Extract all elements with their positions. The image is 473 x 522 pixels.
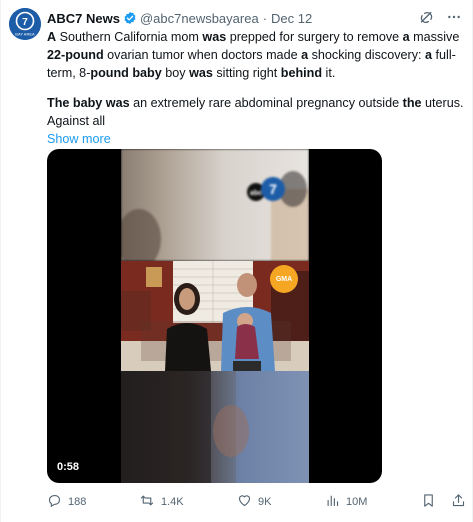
text-run: boy xyxy=(161,66,190,80)
repost-icon xyxy=(139,493,155,511)
text-run: prepped for surgery to remove xyxy=(226,30,403,44)
separator-dot: · xyxy=(262,10,268,26)
like-button[interactable]: 9K xyxy=(237,493,271,511)
video-blurred-bottom xyxy=(121,371,309,483)
reply-count: 188 xyxy=(68,496,87,508)
text-run: massive xyxy=(409,30,460,44)
action-bar: 188 1.4K 9K 10M xyxy=(47,492,465,512)
abc7-watermark-icon: abc 7 xyxy=(246,175,285,203)
bold-text-run: was xyxy=(202,30,227,44)
like-count: 9K xyxy=(258,496,272,508)
grok-icon[interactable] xyxy=(419,10,434,25)
bookmark-icon xyxy=(421,493,436,511)
bold-text-run: a xyxy=(402,30,410,44)
bold-text-run: A xyxy=(47,30,57,44)
gma-badge-icon: GMA xyxy=(270,265,298,293)
views-button[interactable]: 10M xyxy=(325,493,367,511)
bold-text-run: was xyxy=(189,66,213,80)
video-scene: GMA xyxy=(121,261,309,371)
handle[interactable]: @abc7newsbayarea xyxy=(140,11,259,26)
like-icon xyxy=(237,493,252,511)
share-button[interactable] xyxy=(451,493,466,511)
tweet-date[interactable]: Dec 12 xyxy=(271,11,312,26)
avatar-caption: BAY AREA xyxy=(15,32,35,37)
show-more-link[interactable]: Show more xyxy=(47,130,465,148)
text-run: ovarian tumor when doctors made xyxy=(103,48,302,62)
tweet-paragraph-1: A Southern California mom was prepped fo… xyxy=(47,28,465,82)
text-run: it. xyxy=(322,66,336,80)
text-run: an extremely rare abdominal pregnancy ou… xyxy=(129,96,403,110)
text-run: Southern California mom xyxy=(56,30,203,44)
abc7-logo-icon: 7 BAY AREA xyxy=(9,8,41,40)
verified-badge-icon xyxy=(123,11,137,25)
bold-text-run: 22-pound xyxy=(47,48,104,62)
video-player[interactable]: abc 7 GMA 0:58 xyxy=(47,149,382,483)
bold-text-run: pound baby xyxy=(90,66,162,80)
avatar[interactable]: 7 BAY AREA xyxy=(9,8,41,40)
reply-button[interactable]: 188 xyxy=(47,493,86,511)
bold-text-run: The baby was xyxy=(47,96,130,110)
tweet-card[interactable]: 7 BAY AREA ABC7 News @abc7newsbayarea · … xyxy=(0,0,473,522)
bold-text-run: the xyxy=(402,96,422,110)
text-run: sitting right xyxy=(212,66,281,80)
gma-badge-label: GMA xyxy=(275,275,293,283)
share-icon xyxy=(451,493,466,511)
bookmark-button[interactable] xyxy=(421,493,436,511)
tweet-paragraph-2: The baby was an extremely rare abdominal… xyxy=(47,94,465,130)
svg-text:7: 7 xyxy=(269,181,277,197)
video-frame: abc 7 GMA xyxy=(121,149,309,483)
views-count: 10M xyxy=(346,496,368,508)
text-run: shocking discovery: xyxy=(308,48,425,62)
repost-button[interactable]: 1.4K xyxy=(139,493,184,511)
bold-text-run: a xyxy=(425,48,433,62)
reply-icon xyxy=(47,493,62,511)
video-blurred-top: abc 7 xyxy=(121,149,309,269)
tweet-header: ABC7 News @abc7newsbayarea · Dec 12 xyxy=(47,9,462,27)
svg-text:7: 7 xyxy=(22,17,28,28)
video-duration: 0:58 xyxy=(57,461,80,473)
views-icon xyxy=(325,493,340,511)
repost-count: 1.4K xyxy=(161,496,184,508)
more-icon[interactable] xyxy=(446,9,462,25)
display-name[interactable]: ABC7 News xyxy=(47,11,120,26)
tweet-text: A Southern California mom was prepped fo… xyxy=(47,28,465,148)
bold-text-run: behind xyxy=(280,66,323,80)
header-actions xyxy=(419,9,462,25)
svg-text:abc: abc xyxy=(250,190,262,197)
